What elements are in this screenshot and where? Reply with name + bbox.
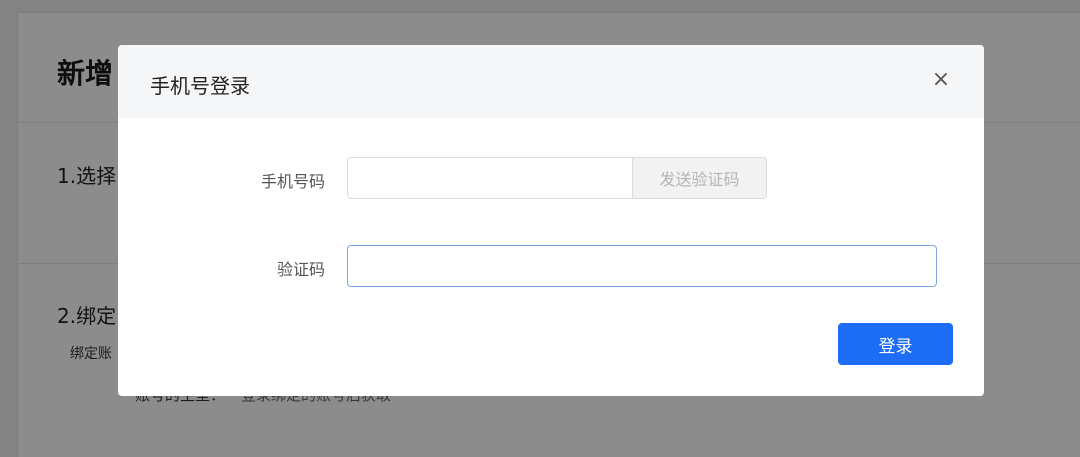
phone-row: 手机号码 发送验证码 [118,157,984,199]
close-icon[interactable]: × [930,69,952,91]
dialog-title: 手机号登录 [150,74,250,98]
phone-label: 手机号码 [260,172,325,191]
login-button[interactable]: 登录 [838,323,953,365]
phone-input[interactable] [347,157,633,199]
code-label: 验证码 [276,260,325,279]
phone-login-dialog: 手机号登录 × 手机号码 发送验证码 验证码 登录 [118,45,984,396]
dialog-header: 手机号登录 × [118,45,984,118]
code-row: 验证码 [118,245,984,287]
send-code-button[interactable]: 发送验证码 [632,157,767,199]
verification-code-input[interactable] [347,245,937,287]
